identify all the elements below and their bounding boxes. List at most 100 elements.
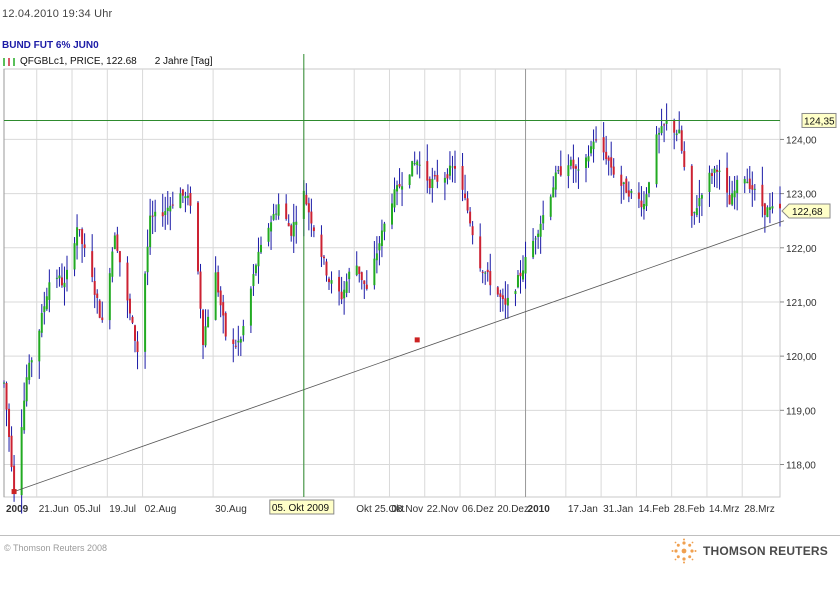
ohlc-body [23,400,26,431]
footer-divider [0,535,840,536]
ohlc-body [552,187,555,198]
ohlc-body [312,227,315,232]
ohlc-body [569,159,572,166]
level-label: 124,35 [804,116,835,127]
ohlc-body [716,169,719,172]
y-tick-label: 120,00 [786,352,817,363]
ohlc-body [751,185,754,190]
x-tick-label: 02.Aug [145,504,177,515]
ohlc-body [675,133,678,135]
y-tick-label: 122,00 [786,244,817,255]
ohlc-body [113,235,116,250]
ohlc-body [189,193,192,206]
ohlc-body [164,211,167,216]
ohlc-body [146,246,149,273]
ohlc-body [665,120,668,124]
ohlc-body [186,195,189,198]
ohlc-body [396,185,399,192]
ohlc-body [20,427,23,496]
ohlc-body [486,269,489,273]
ohlc-body [602,137,605,153]
ohlc-body [522,270,525,280]
ohlc-body [484,272,487,274]
ohlc-body [275,213,278,215]
ohlc-body [658,132,661,135]
x-tick-label: 20.Dez [497,504,529,515]
ohlc-body [433,175,436,177]
ohlc-body [663,124,666,126]
last-price-label: 122,68 [792,207,823,218]
ohlc-body [539,223,542,237]
ohlc-body [320,234,323,257]
ohlc-body [219,290,222,306]
ohlc-body [254,265,257,274]
ohlc-body [431,178,434,188]
x-tick-label: 28.Mrz [744,504,775,515]
ohlc-body [627,190,630,197]
ohlc-body [469,211,472,224]
ohlc-body [766,207,769,217]
ohlc-body [726,167,729,193]
ohlc-body [58,275,61,279]
x-tick-label: 14.Mrz [709,504,740,515]
ohlc-body [746,181,749,183]
x-tick-label: 21.Jun [39,504,69,515]
ohlc-body [496,287,499,295]
ohlc-body [713,168,716,173]
y-tick-label: 121,00 [786,298,817,309]
ohlc-body [91,251,94,278]
ohlc-body [214,272,217,320]
ohlc-bar [98,299,101,319]
ohlc-body [149,215,152,248]
brand-name: THOMSON REUTERS [702,544,828,558]
ohlc-body [413,163,416,165]
ohlc-body [448,165,451,176]
ohlc-body [743,179,746,184]
ohlc-bar [224,311,227,341]
ohlc-body [464,193,467,199]
ohlc-body [574,166,577,169]
price-chart[interactable]: 118,00 119,00 120,00 121,00 122,00 123,00 124,… [0,0,840,535]
ohlc-body [620,174,623,186]
ohlc-body [81,229,84,245]
ohlc-body [708,172,711,193]
ohlc-body [693,212,696,214]
ohlc-body [524,257,527,274]
ohlc-body [267,227,270,242]
ohlc-body [411,161,414,177]
ohlc-body [63,282,66,288]
ohlc-body [207,316,210,328]
ohlc-body [360,272,363,281]
ohlc-body [259,244,262,253]
ohlc-body [731,193,734,205]
ohlc-body [116,234,119,251]
ohlc-body [428,178,431,189]
ohlc-bar [411,160,414,177]
ohlc-body [771,206,774,209]
ohlc-body [393,189,396,208]
ohlc-body [718,170,721,172]
x-tick-label: 2010 [528,504,551,515]
ohlc-body [144,273,147,352]
ohlc-body [242,326,245,336]
ohlc-body [446,174,449,179]
ohlc-body [343,289,346,299]
ohlc-body [736,179,739,194]
trendline-start-handle [11,489,17,495]
ohlc-body [443,177,446,183]
ohlc-body [542,215,545,224]
ohlc-body [408,174,411,185]
ohlc-body [592,141,595,150]
y-tick-label: 119,00 [786,406,816,417]
y-tick-label: 118,00 [786,460,816,471]
ohlc-body [131,316,134,323]
ohlc-body [287,223,290,227]
ohlc-body [605,151,608,160]
ohlc-body [761,184,764,207]
plot-area [3,68,781,498]
trendline-anchor-handle [414,337,420,343]
ohlc-body [55,277,58,279]
ohlc-body [222,302,225,316]
ohlc-body [655,134,658,185]
ohlc-body [363,280,366,285]
